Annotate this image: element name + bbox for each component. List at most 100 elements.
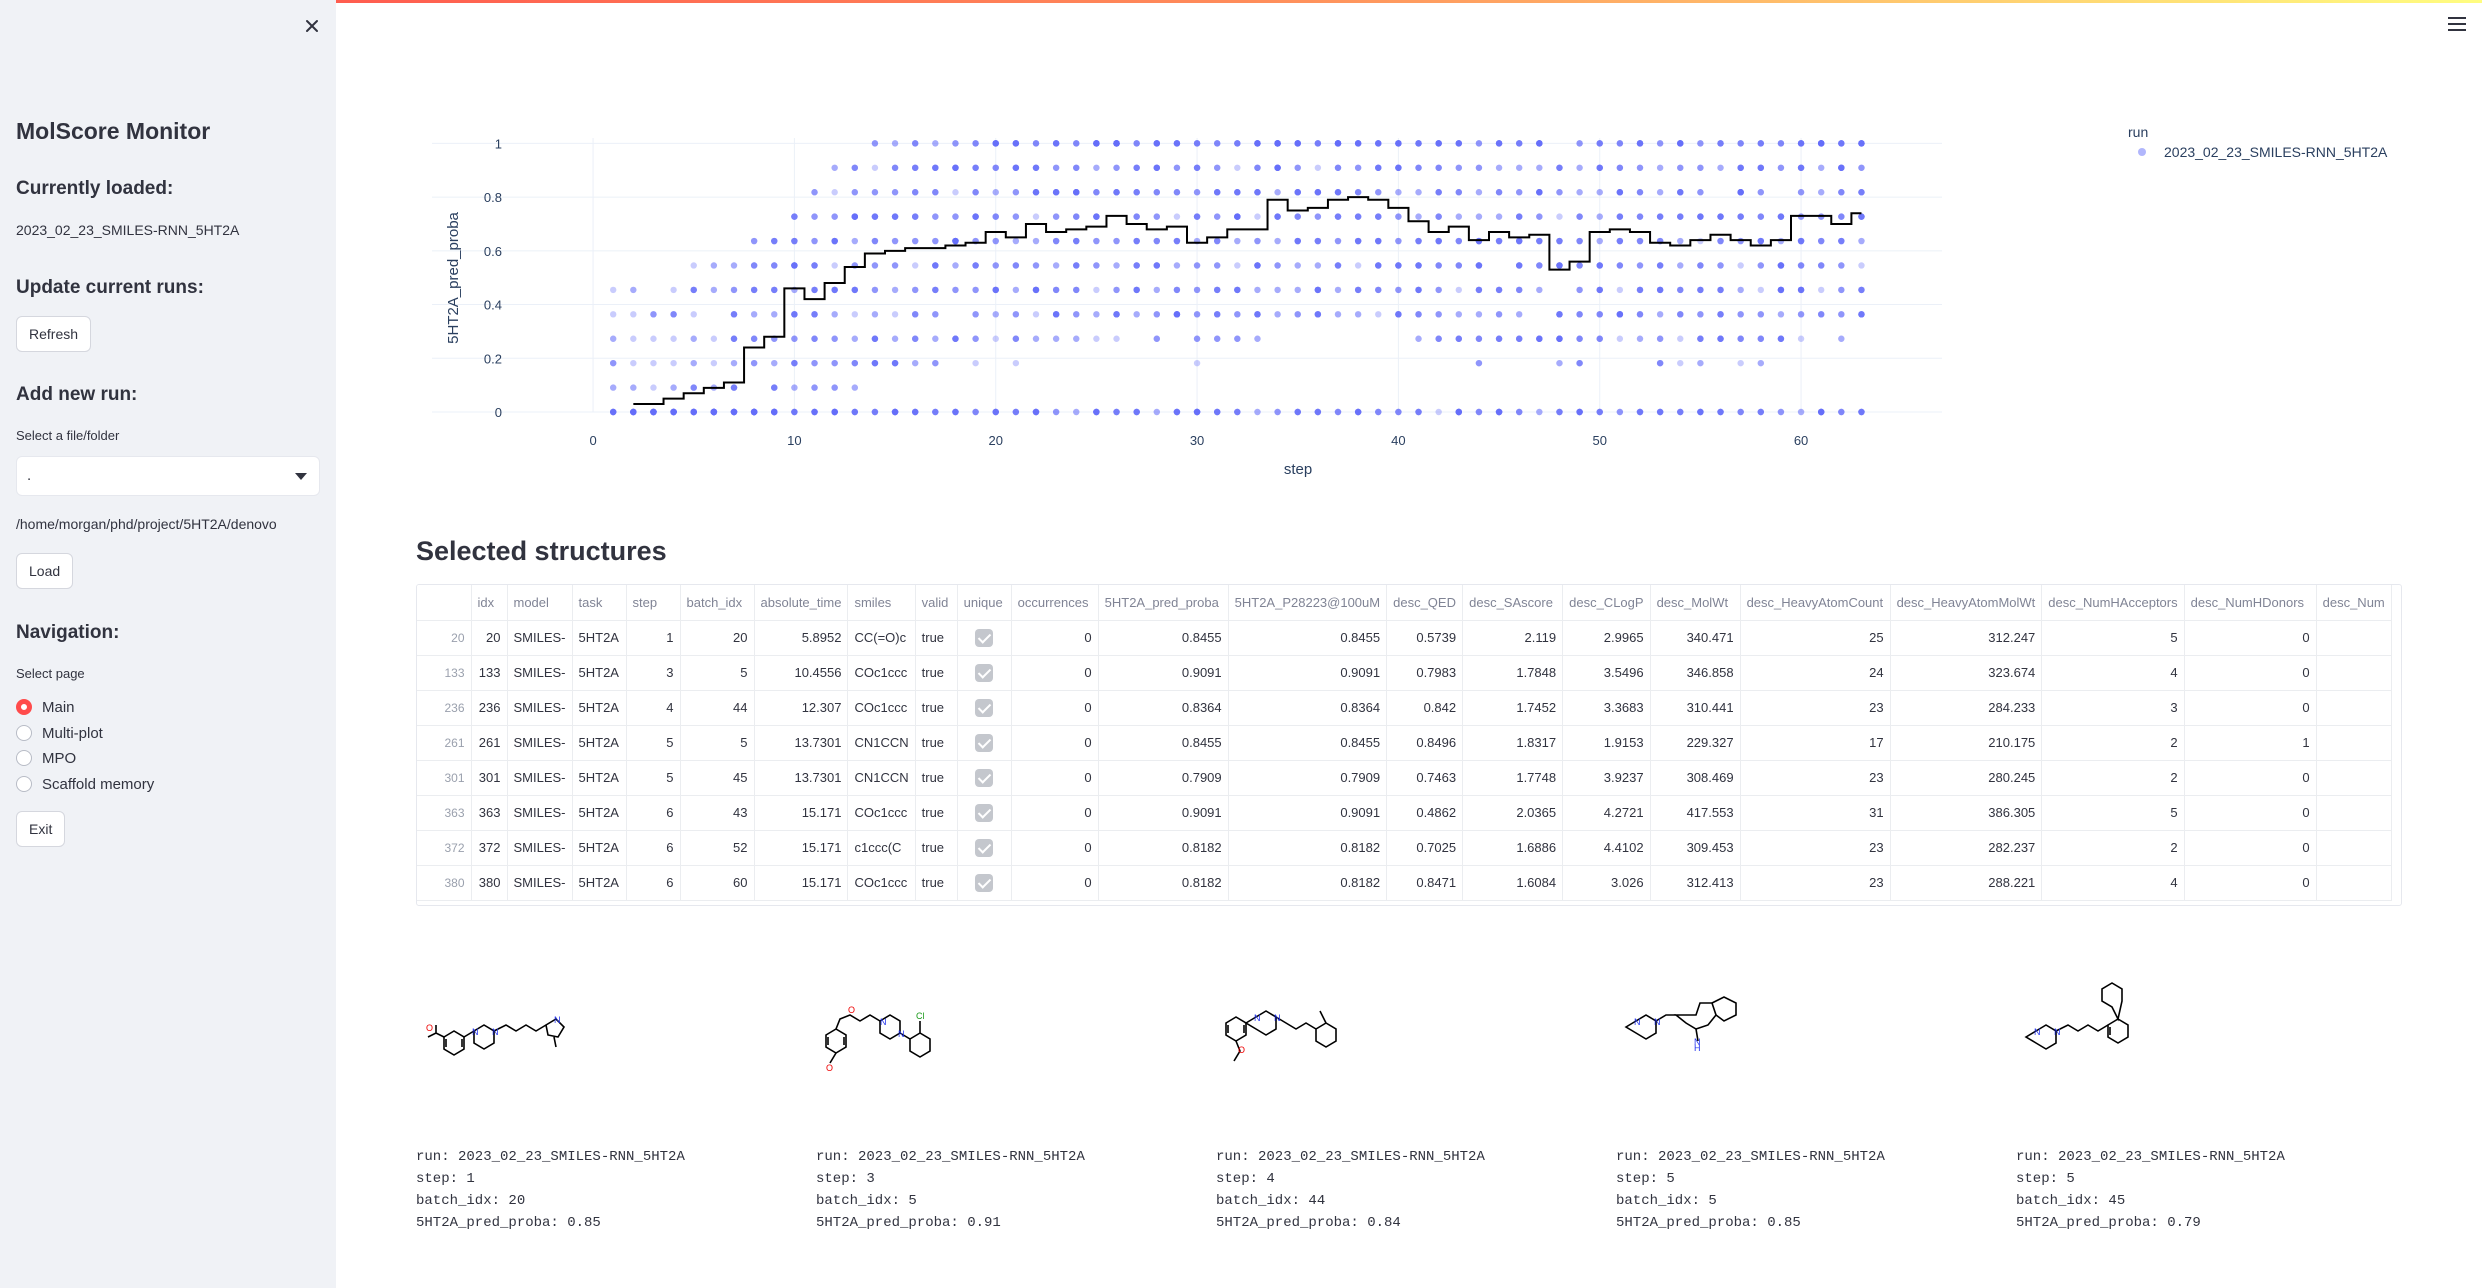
table-cell[interactable]: 0.8364 xyxy=(1228,690,1388,726)
table-cell[interactable]: 5 xyxy=(680,655,755,691)
table-row[interactable]: 363 363 SMILES- 5HT2A 6 43 15.171 COc1ccc true 0 0… xyxy=(417,795,2392,831)
table-cell[interactable]: 12.307 xyxy=(754,690,849,726)
table-cell[interactable]: true xyxy=(915,760,958,796)
table-cell[interactable]: CN1CCN xyxy=(847,760,916,796)
page-radio-main[interactable]: Main xyxy=(16,696,75,718)
table-cell[interactable]: 210.175 xyxy=(1890,725,2043,761)
table-cell[interactable]: 31 xyxy=(1740,795,1891,831)
table-cell[interactable]: 236 xyxy=(471,690,508,726)
table-header-cell[interactable]: idx xyxy=(471,585,508,621)
radio-button[interactable] xyxy=(16,725,32,741)
table-header-cell[interactable]: desc_NumHAcceptors xyxy=(2041,585,2185,621)
table-cell[interactable]: 5HT2A xyxy=(572,795,627,831)
table-cell[interactable]: 2.9965 xyxy=(1562,620,1651,656)
table-cell[interactable]: 0.842 xyxy=(1386,690,1464,726)
table-cell[interactable]: 1.7452 xyxy=(1462,690,1564,726)
table-cell[interactable]: 6 xyxy=(626,865,681,901)
table-header-cell[interactable]: occurrences xyxy=(1011,585,1099,621)
table-cell[interactable]: 43 xyxy=(680,795,755,831)
table-cell[interactable]: 23 xyxy=(1740,690,1891,726)
table-cell[interactable]: COc1ccc xyxy=(847,655,916,691)
table-cell[interactable] xyxy=(2316,830,2392,866)
row-index-cell[interactable]: 301 xyxy=(417,760,472,796)
table-cell[interactable]: 346.858 xyxy=(1650,655,1741,691)
table-cell[interactable] xyxy=(957,830,1012,866)
table-row[interactable]: 261 261 SMILES- 5HT2A 5 5 13.7301 CN1CCN true 0 0.… xyxy=(417,725,2392,761)
table-cell[interactable]: true xyxy=(915,795,958,831)
table-cell[interactable]: 4 xyxy=(2041,865,2185,901)
table-cell[interactable]: SMILES- xyxy=(507,760,573,796)
table-cell[interactable]: 5HT2A xyxy=(572,865,627,901)
table-cell[interactable]: 133 xyxy=(471,655,508,691)
table-row[interactable]: 133 133 SMILES- 5HT2A 3 5 10.4556 COc1ccc true 0 0… xyxy=(417,655,2392,691)
table-header-cell[interactable]: desc_Num xyxy=(2316,585,2392,621)
table-cell[interactable]: 2.0365 xyxy=(1462,795,1564,831)
table-cell[interactable]: 20 xyxy=(680,620,755,656)
row-index-cell[interactable]: 261 xyxy=(417,725,472,761)
table-header-cell[interactable]: 5HT2A_P28223@100uM xyxy=(1228,585,1388,621)
table-cell[interactable]: 4 xyxy=(626,690,681,726)
table-cell[interactable] xyxy=(2316,655,2392,691)
table-cell[interactable]: SMILES- xyxy=(507,655,573,691)
table-cell[interactable]: 15.171 xyxy=(754,830,849,866)
table-cell[interactable]: 5 xyxy=(2041,795,2185,831)
table-header-cell[interactable]: unique xyxy=(957,585,1012,621)
table-header-cell[interactable]: desc_HeavyAtomMolWt xyxy=(1890,585,2043,621)
table-cell[interactable]: 308.469 xyxy=(1650,760,1741,796)
table-cell[interactable]: 60 xyxy=(680,865,755,901)
table-cell[interactable]: 52 xyxy=(680,830,755,866)
table-header-cell[interactable]: smiles xyxy=(847,585,916,621)
table-header-cell[interactable]: desc_QED xyxy=(1386,585,1464,621)
table-cell[interactable]: 5 xyxy=(2041,620,2185,656)
table-cell[interactable]: 0.9091 xyxy=(1228,655,1388,691)
table-cell[interactable]: 0.7025 xyxy=(1386,830,1464,866)
table-cell[interactable]: 284.233 xyxy=(1890,690,2043,726)
table-cell[interactable]: 45 xyxy=(680,760,755,796)
table-cell[interactable]: 0.8182 xyxy=(1228,865,1388,901)
row-index-cell[interactable]: 20 xyxy=(417,620,472,656)
table-cell[interactable]: 0.7983 xyxy=(1386,655,1464,691)
legend-marker[interactable] xyxy=(2138,148,2146,156)
table-cell[interactable] xyxy=(957,865,1012,901)
table-cell[interactable]: 323.674 xyxy=(1890,655,2043,691)
table-cell[interactable]: COc1ccc xyxy=(847,865,916,901)
table-cell[interactable]: SMILES- xyxy=(507,865,573,901)
table-cell[interactable]: SMILES- xyxy=(507,830,573,866)
table-cell[interactable]: 3.3683 xyxy=(1562,690,1651,726)
table-cell[interactable]: 0 xyxy=(2184,620,2317,656)
close-icon[interactable] xyxy=(300,14,324,38)
table-cell[interactable]: 0.8182 xyxy=(1098,865,1229,901)
table-cell[interactable]: 3.5496 xyxy=(1562,655,1651,691)
table-cell[interactable]: 5HT2A xyxy=(572,725,627,761)
table-cell[interactable]: 0 xyxy=(1011,725,1099,761)
table-cell[interactable]: 25 xyxy=(1740,620,1891,656)
table-cell[interactable] xyxy=(2316,865,2392,901)
table-header-cell[interactable]: absolute_time xyxy=(754,585,849,621)
row-index-cell[interactable]: 133 xyxy=(417,655,472,691)
table-cell[interactable]: 17 xyxy=(1740,725,1891,761)
table-cell[interactable]: 23 xyxy=(1740,865,1891,901)
table-cell[interactable]: 1 xyxy=(626,620,681,656)
table-cell[interactable]: 15.171 xyxy=(754,865,849,901)
table-cell[interactable]: 1.7748 xyxy=(1462,760,1564,796)
table-cell[interactable] xyxy=(957,795,1012,831)
table-cell[interactable]: 0.8496 xyxy=(1386,725,1464,761)
table-cell[interactable]: 301 xyxy=(471,760,508,796)
page-radio-multi-plot[interactable]: Multi-plot xyxy=(16,722,103,744)
table-cell[interactable]: 13.7301 xyxy=(754,725,849,761)
radio-button[interactable] xyxy=(16,776,32,792)
table-cell[interactable]: 363 xyxy=(471,795,508,831)
table-cell[interactable]: 0 xyxy=(2184,830,2317,866)
table-cell[interactable]: 44 xyxy=(680,690,755,726)
table-cell[interactable]: 10.4556 xyxy=(754,655,849,691)
table-cell[interactable]: true xyxy=(915,725,958,761)
table-cell[interactable]: 312.247 xyxy=(1890,620,2043,656)
table-cell[interactable]: 5HT2A xyxy=(572,620,627,656)
load-button[interactable]: Load xyxy=(16,553,74,589)
table-cell[interactable]: 2 xyxy=(2041,760,2185,796)
table-cell[interactable]: 0.7909 xyxy=(1098,760,1229,796)
table-cell[interactable]: 0 xyxy=(2184,795,2317,831)
table-cell[interactable]: 312.413 xyxy=(1650,865,1741,901)
exit-button[interactable]: Exit xyxy=(16,811,66,847)
refresh-button[interactable]: Refresh xyxy=(16,316,92,352)
